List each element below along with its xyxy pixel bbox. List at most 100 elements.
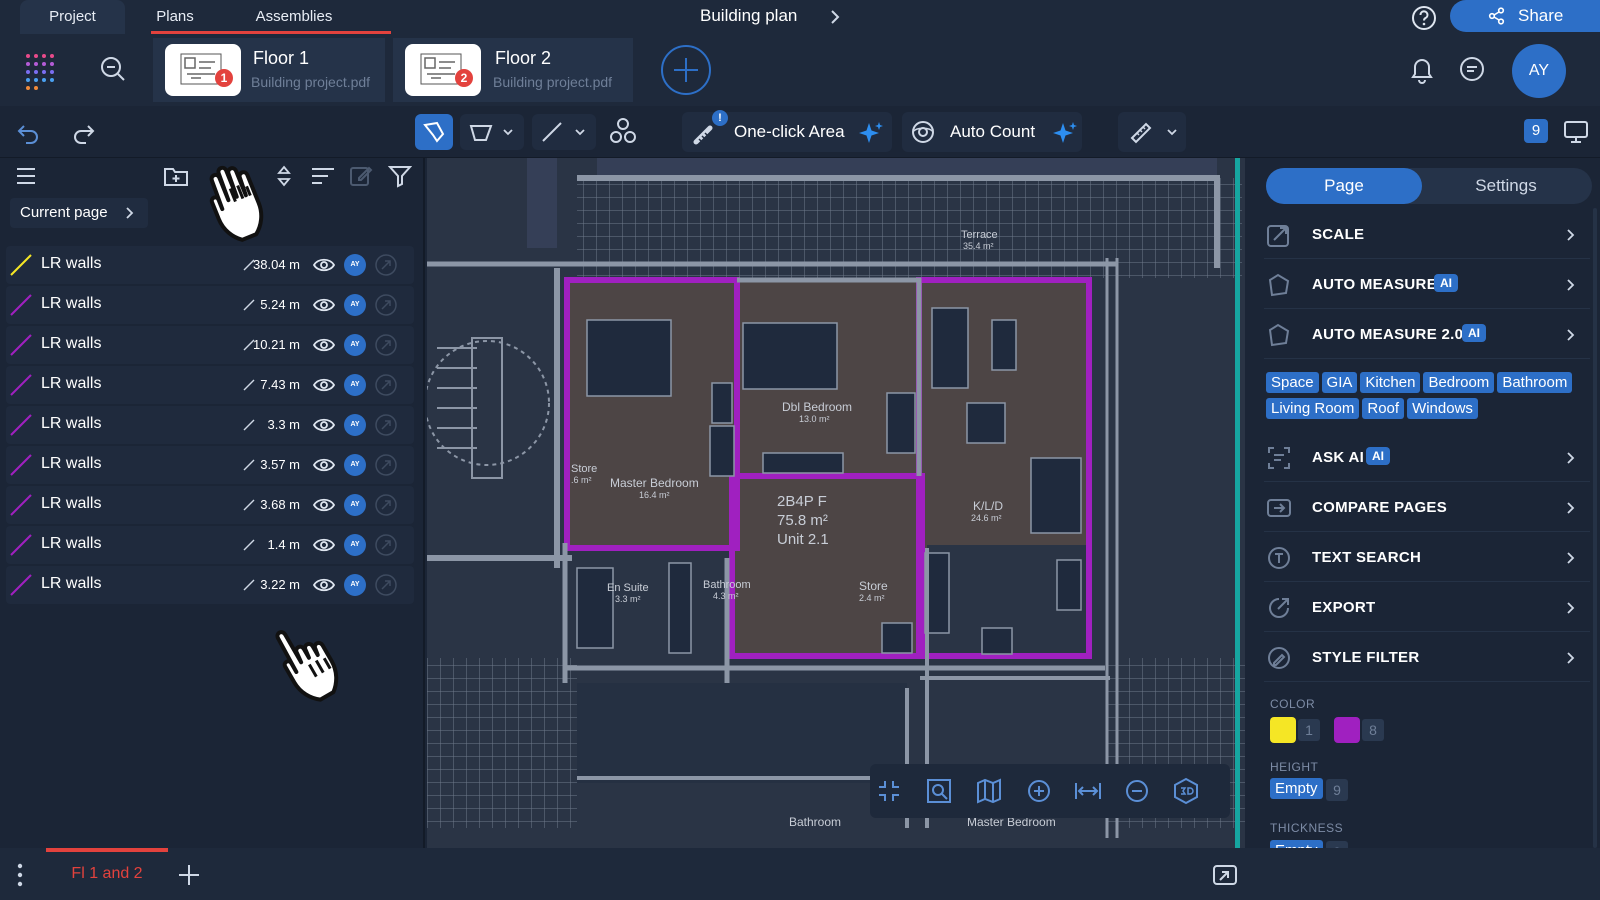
eye-icon[interactable] <box>312 255 336 275</box>
chevron-right-icon[interactable] <box>828 8 842 26</box>
3d-view-icon[interactable] <box>1172 777 1200 805</box>
edit-icon[interactable] <box>348 163 374 189</box>
tab-page[interactable]: Page <box>1266 168 1422 204</box>
open-link-icon[interactable] <box>374 533 398 557</box>
app-logo-icon[interactable] <box>24 52 62 90</box>
row-value: 5.24 m <box>260 297 300 312</box>
sparkle-icon <box>858 120 884 146</box>
add-page-icon[interactable] <box>176 862 202 888</box>
open-link-icon[interactable] <box>374 573 398 597</box>
measurement-row[interactable]: LR walls 3.68 m AY <box>6 486 414 524</box>
fit-width-icon[interactable] <box>1074 778 1102 804</box>
chip-living-room[interactable]: Living Room <box>1266 398 1360 419</box>
map-icon[interactable] <box>976 778 1002 804</box>
row-value: 38.04 m <box>253 257 300 272</box>
scale-item[interactable]: SCALE <box>1264 211 1590 259</box>
tab-assemblies[interactable]: Assemblies <box>248 0 340 34</box>
undo-icon[interactable] <box>14 118 42 146</box>
eye-icon[interactable] <box>312 295 336 315</box>
menu-icon[interactable] <box>14 164 38 188</box>
open-link-icon[interactable] <box>374 453 398 477</box>
panel-scrollbar[interactable] <box>1593 208 1597 848</box>
search-icon[interactable] <box>98 54 128 84</box>
user-avatar[interactable]: AY <box>1512 44 1566 98</box>
more-options-icon[interactable] <box>16 862 24 888</box>
row-avatar: AY <box>344 534 366 556</box>
text-search-item[interactable]: TEXT SEARCH <box>1264 534 1590 582</box>
plan-canvas[interactable]: Terrace 35.4 m² Dbl Bedroom 13.0 m² Stor… <box>427 158 1245 848</box>
tab-settings[interactable]: Settings <box>1426 168 1586 204</box>
zoom-area-icon[interactable] <box>926 778 952 804</box>
expand-panel-icon[interactable] <box>1212 862 1238 888</box>
height-count: 9 <box>1326 779 1348 801</box>
line-tool-button[interactable] <box>532 114 596 150</box>
height-value-chip[interactable]: Empty <box>1270 778 1323 799</box>
eye-icon[interactable] <box>312 535 336 555</box>
tab-plans[interactable]: Plans <box>145 0 205 34</box>
count-tool-icon[interactable] <box>608 116 638 146</box>
auto-measure-item[interactable]: AUTO MEASURE AI <box>1264 261 1590 309</box>
zoom-out-icon[interactable] <box>1124 778 1150 804</box>
current-page-button[interactable]: Current page <box>10 198 148 228</box>
eye-icon[interactable] <box>312 415 336 435</box>
one-click-area-button[interactable]: ! One-click Area <box>682 110 892 152</box>
style-filter-item[interactable]: STYLE FILTER <box>1264 634 1590 682</box>
open-link-icon[interactable] <box>374 333 398 357</box>
document-title[interactable]: Building plan <box>700 6 797 26</box>
chip-gia[interactable]: GIA <box>1321 372 1358 393</box>
file-card-floor-1[interactable]: 1 Floor 1 Building project.pdf <box>153 38 385 102</box>
chevron-right-icon <box>1566 651 1576 665</box>
measurement-row[interactable]: LR walls 10.21 m AY <box>6 326 414 364</box>
color-swatch-yellow[interactable] <box>1270 717 1296 743</box>
eye-icon[interactable] <box>312 335 336 355</box>
filter-icon[interactable] <box>388 164 412 188</box>
redo-icon[interactable] <box>70 118 98 146</box>
fit-view-icon[interactable] <box>876 778 902 804</box>
measurement-row[interactable]: LR walls 3.22 m AY <box>6 566 414 604</box>
ruler-tool-button[interactable] <box>1118 112 1186 152</box>
open-link-icon[interactable] <box>374 413 398 437</box>
chip-bedroom[interactable]: Bedroom <box>1423 372 1495 393</box>
open-link-icon[interactable] <box>374 373 398 397</box>
measurement-row[interactable]: LR walls 38.04 m AY <box>6 246 414 284</box>
eye-icon[interactable] <box>312 575 336 595</box>
auto-count-button[interactable]: Auto Count <box>902 112 1082 152</box>
help-icon[interactable] <box>1410 4 1438 32</box>
monitor-icon[interactable] <box>1562 118 1590 146</box>
count-badge[interactable]: 9 <box>1524 119 1548 143</box>
measurement-row[interactable]: LR walls 7.43 m AY <box>6 366 414 404</box>
measurement-row[interactable]: LR walls 1.4 m AY <box>6 526 414 564</box>
add-file-button[interactable] <box>660 44 712 96</box>
add-folder-icon[interactable] <box>162 162 190 190</box>
page-tab-fl-1-and-2[interactable]: Fl 1 and 2 <box>46 852 168 896</box>
notifications-icon[interactable] <box>1408 54 1436 84</box>
chip-space[interactable]: Space <box>1266 372 1319 393</box>
share-button[interactable]: Share <box>1450 0 1600 32</box>
open-link-icon[interactable] <box>374 293 398 317</box>
measurement-row[interactable]: LR walls 5.24 m AY <box>6 286 414 324</box>
open-link-icon[interactable] <box>374 253 398 277</box>
measurement-row[interactable]: LR walls 3.3 m AY <box>6 406 414 444</box>
ask-ai-item[interactable]: ASK AI AI <box>1264 434 1590 482</box>
eye-icon[interactable] <box>312 495 336 515</box>
area-tool-button[interactable] <box>460 114 524 150</box>
list-sort-icon[interactable] <box>310 164 336 188</box>
compare-pages-item[interactable]: COMPARE PAGES <box>1264 484 1590 532</box>
comments-icon[interactable] <box>1458 55 1486 83</box>
chip-windows[interactable]: Windows <box>1407 398 1478 419</box>
chip-kitchen[interactable]: Kitchen <box>1360 372 1421 393</box>
eye-icon[interactable] <box>312 455 336 475</box>
zoom-in-icon[interactable] <box>1026 778 1052 804</box>
chip-roof[interactable]: Roof <box>1362 398 1405 419</box>
color-swatch-purple[interactable] <box>1334 717 1360 743</box>
chevron-down-icon <box>502 127 514 137</box>
chip-bathroom[interactable]: Bathroom <box>1497 372 1573 393</box>
file-card-floor-2[interactable]: 2 Floor 2 Building project.pdf <box>393 38 633 102</box>
tab-project[interactable]: Project <box>20 0 125 34</box>
measurement-row[interactable]: LR walls 3.57 m AY <box>6 446 414 484</box>
eye-icon[interactable] <box>312 375 336 395</box>
auto-measure-2-item[interactable]: AUTO MEASURE 2.0 AI <box>1264 311 1590 359</box>
export-item[interactable]: EXPORT <box>1264 584 1590 632</box>
open-link-icon[interactable] <box>374 493 398 517</box>
select-tool-button[interactable] <box>415 114 453 150</box>
